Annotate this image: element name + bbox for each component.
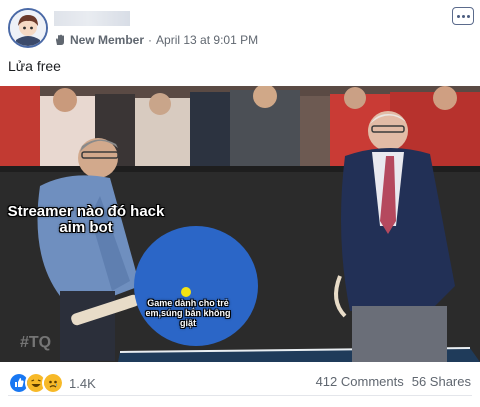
photo-watermark: #TQ [20,334,52,351]
reactions-summary[interactable]: 1.4K [8,372,96,394]
sad-reaction-icon [42,372,64,394]
anime-avatar-icon [10,10,46,46]
author-avatar[interactable] [8,8,48,48]
meme-caption-paddle: Game dành cho trẻ em,súng bắn không giật [145,298,231,328]
shares-count[interactable]: 56 Shares [412,374,471,389]
post-timestamp[interactable]: April 13 at 9:01 PM [156,33,258,47]
post-card: New Member · April 13 at 9:01 PM Lửa fre… [0,0,480,407]
more-options-dot [461,14,465,18]
reaction-count[interactable]: 1.4K [69,376,96,391]
new-member-wave-icon [56,34,64,45]
post-meta: New Member · April 13 at 9:01 PM [54,33,258,47]
more-options-button[interactable] [452,7,474,25]
engagement-stats: 412 Comments 56 Shares [316,374,471,389]
separator-dot: · [148,33,153,47]
new-member-badge: New Member [70,33,145,47]
more-options-dot [466,14,470,18]
post-text: Lửa free [8,58,61,74]
more-options-icon [456,14,460,18]
comments-count[interactable]: 412 Comments [316,374,404,389]
post-photo[interactable]: Streamer nào đó hack aim bot Game dành c… [0,86,480,362]
footer-divider [8,395,472,396]
meme-caption-top: Streamer nào đó hack aim bot [7,203,165,236]
author-name-redacted[interactable] [54,11,130,26]
